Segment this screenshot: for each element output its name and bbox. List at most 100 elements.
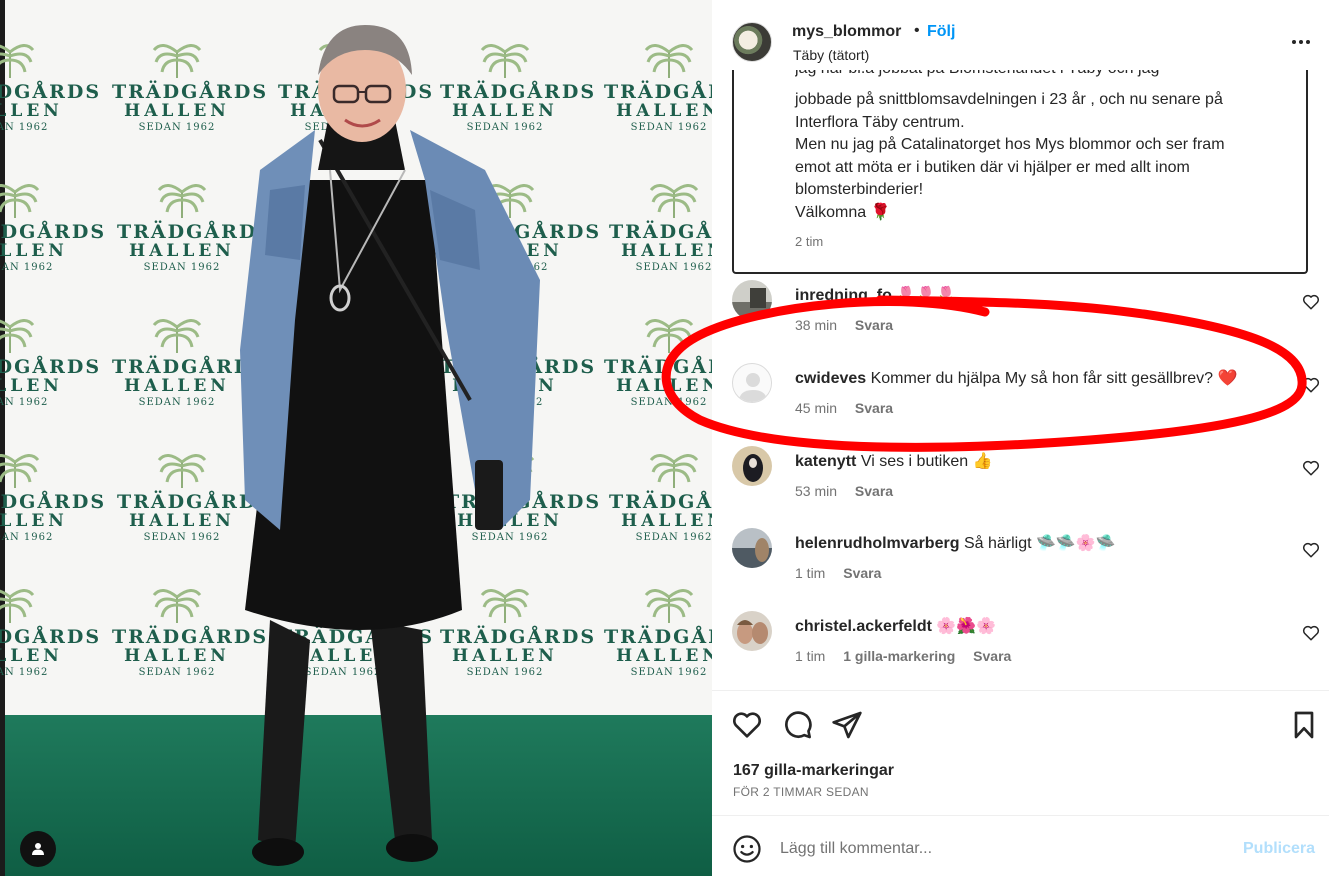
logo-line1: TRÄDGÅRDS <box>0 221 107 243</box>
logo-line1: TRÄDGÅRDS <box>0 491 107 513</box>
author-username[interactable]: mys_blommor <box>792 23 901 41</box>
commenter-avatar[interactable] <box>732 280 772 320</box>
post-location[interactable]: Täby (tätort) <box>793 47 869 63</box>
logo-line2: HALLEN <box>0 101 63 121</box>
heart-icon[interactable] <box>731 709 763 741</box>
palm-leaf-icon <box>0 44 35 78</box>
palm-leaf-icon <box>152 319 202 353</box>
palm-leaf-icon <box>0 589 35 623</box>
person-figure <box>240 25 540 866</box>
palm-leaf-icon <box>644 589 694 623</box>
logo-line1: TRÄDGÅRDS <box>0 356 102 378</box>
comment-username[interactable]: helenrudholmvarberg <box>795 535 959 552</box>
comment-item: christel.ackerfeldt 🌸🌺🌸 1 tim 1 gilla-ma… <box>712 611 1329 681</box>
comment-meta: 1 tim Svara <box>795 565 895 581</box>
logo-line2: HALLEN <box>621 241 712 261</box>
follow-button[interactable]: Följ <box>927 23 955 41</box>
comment-input[interactable] <box>780 834 1220 864</box>
comment-text: Kommer du hjälpa My så hon får sitt gesä… <box>870 370 1238 387</box>
comment-time[interactable]: 53 min <box>795 483 837 499</box>
comment-time[interactable]: 38 min <box>795 317 837 333</box>
palm-leaf-icon <box>0 184 40 218</box>
palm-leaf-icon <box>0 319 35 353</box>
speech-bubble-icon[interactable] <box>781 709 813 741</box>
palm-leaf-icon <box>644 319 694 353</box>
comment-line: christel.ackerfeldt 🌸🌺🌸 <box>795 616 996 636</box>
backdrop-logo: TRÄDGÅRDSHALLENSEDAN 1962 <box>0 180 107 274</box>
commenter-avatar[interactable] <box>732 611 772 651</box>
comment-like-heart-icon[interactable] <box>1302 459 1320 477</box>
reply-button[interactable]: Svara <box>855 400 893 416</box>
comment-meta: 53 min Svara <box>795 483 907 499</box>
comment-like-heart-icon[interactable] <box>1302 541 1320 559</box>
reply-button[interactable]: Svara <box>855 317 893 333</box>
logo-line3: SEDAN 1962 <box>0 262 54 273</box>
reply-button[interactable]: Svara <box>843 565 881 581</box>
commenter-avatar[interactable] <box>732 446 772 486</box>
header-separator: • <box>914 22 920 39</box>
backdrop-logo: TRÄDGÅRDSHALLENSEDAN 1962 <box>604 40 712 134</box>
comment-line: katenytt Vi ses i butiken 👍 <box>795 451 993 471</box>
backdrop-logo: TRÄDGÅRDSHALLENSEDAN 1962 <box>0 315 102 409</box>
more-dots-icon <box>1292 40 1310 44</box>
caption-highlight-box: jag har bl.a jobbat på Blomsterlandet i … <box>732 70 1308 274</box>
logo-line1: TRÄDGÅRDS <box>604 81 712 103</box>
reply-button[interactable]: Svara <box>855 483 893 499</box>
comment-like-heart-icon[interactable] <box>1302 376 1320 394</box>
logo-line3: SEDAN 1962 <box>635 262 712 273</box>
logo-line3: SEDAN 1962 <box>0 667 49 678</box>
publish-button[interactable]: Publicera <box>1243 840 1315 858</box>
commenter-avatar[interactable] <box>732 528 772 568</box>
logo-line1: TRÄDGÅRDS <box>604 626 712 648</box>
caption-clipped-line: jag har bl.a jobbat på Blomsterlandet i … <box>795 70 1295 83</box>
post-header: mys_blommor • Följ Täby (tätort) <box>712 0 1329 80</box>
caption-clipped-text: jag har bl.a jobbat på Blomsterlandet i … <box>795 70 1159 78</box>
paper-plane-icon[interactable] <box>831 709 863 741</box>
likes-count[interactable]: 167 gilla-markeringar <box>733 762 894 780</box>
logo-line3: SEDAN 1962 <box>0 397 49 408</box>
comment-like-heart-icon[interactable] <box>1302 293 1320 311</box>
comment-line: cwideves Kommer du hjälpa My så hon får … <box>795 368 1237 388</box>
backdrop-logo: TRÄDGÅRDSHALLENSEDAN 1962 <box>609 450 712 544</box>
logo-line2: HALLEN <box>0 376 63 396</box>
comment-time[interactable]: 45 min <box>795 400 837 416</box>
comment-text: 🌸🌺🌸 <box>936 618 997 635</box>
comment-item: katenytt Vi ses i butiken 👍 53 min Svara <box>712 446 1329 516</box>
comment-username[interactable]: christel.ackerfeldt <box>795 618 932 635</box>
logo-line1: TRÄDGÅRDS <box>0 626 102 648</box>
comment-username[interactable]: katenytt <box>795 453 856 470</box>
comment-meta: 38 min Svara <box>795 317 907 333</box>
comment-time[interactable]: 1 tim <box>795 648 825 664</box>
bookmark-icon[interactable] <box>1288 709 1320 741</box>
comment-like-count[interactable]: 1 gilla-markering <box>843 648 955 664</box>
emoji-icon[interactable] <box>732 834 762 864</box>
logo-line1: TRÄDGÅRDS <box>0 81 102 103</box>
more-options-button[interactable] <box>1287 30 1315 54</box>
caption-timestamp: 2 tim <box>795 234 824 249</box>
post-photo[interactable]: TRÄDGÅRDSHALLENSEDAN 1962TRÄDGÅRDSHALLEN… <box>0 0 712 876</box>
palm-leaf-icon <box>0 454 40 488</box>
commenter-avatar[interactable] <box>732 363 772 403</box>
comment-like-heart-icon[interactable] <box>1302 624 1320 642</box>
palm-leaf-icon <box>152 44 202 78</box>
backdrop-logo: TRÄDGÅRDSHALLENSEDAN 1962 <box>604 315 712 409</box>
post-timestamp[interactable]: FÖR 2 TIMMAR SEDAN <box>733 785 869 799</box>
post-side-panel: mys_blommor • Följ Täby (tätort) jag har… <box>712 0 1329 876</box>
actions-divider <box>712 690 1329 691</box>
logo-line1: TRÄDGÅRDS <box>609 221 712 243</box>
comment-item: helenrudholmvarberg Så härligt 🛸🛸🌸🛸 1 ti… <box>712 528 1329 598</box>
tagged-users-button[interactable] <box>20 831 56 867</box>
comment-meta: 1 tim 1 gilla-markering Svara <box>795 648 1025 664</box>
comment-username[interactable]: inredning_fo <box>795 287 892 304</box>
backdrop-logo: TRÄDGÅRDSHALLENSEDAN 1962 <box>0 585 102 679</box>
logo-line1: TRÄDGÅRDS <box>604 356 712 378</box>
author-avatar[interactable] <box>732 22 772 62</box>
logo-line3: SEDAN 1962 <box>630 667 708 678</box>
comment-time[interactable]: 1 tim <box>795 565 825 581</box>
comment-username[interactable]: cwideves <box>795 370 866 387</box>
comment-text: Så härligt 🛸🛸🌸🛸 <box>963 535 1116 552</box>
logo-line3: SEDAN 1962 <box>0 122 49 133</box>
comment-text: 🌷🌷🌷 <box>896 287 957 304</box>
reply-button[interactable]: Svara <box>973 648 1011 664</box>
logo-line2: HALLEN <box>0 646 63 666</box>
